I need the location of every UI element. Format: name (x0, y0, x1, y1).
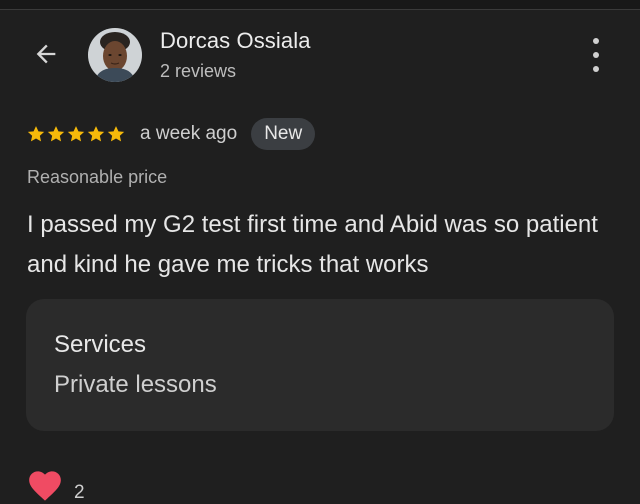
services-card: Services Private lessons (26, 299, 614, 431)
star-rating (26, 124, 126, 144)
star-icon (67, 126, 85, 142)
avatar-image (88, 28, 142, 82)
status-strip (0, 0, 640, 10)
reaction-count: 2 (74, 482, 85, 503)
services-label: Services (54, 331, 147, 358)
more-options-button[interactable] (584, 38, 608, 72)
star-icon (87, 126, 105, 142)
more-vert-icon (593, 38, 599, 44)
avatar[interactable] (88, 28, 142, 82)
heart-icon (29, 471, 61, 501)
review-meta-row: a week ago New (26, 118, 316, 150)
like-reaction-button[interactable]: 2 (26, 464, 85, 504)
reviewer-name[interactable]: Dorcas Ossiala (160, 28, 311, 54)
star-icon (107, 126, 125, 142)
new-badge: New (251, 118, 316, 150)
star-icon (27, 126, 45, 142)
review-attribute: Reasonable price (27, 167, 168, 187)
back-button[interactable] (28, 36, 64, 72)
reviewer-review-count: 2 reviews (160, 61, 237, 81)
services-value: Private lessons (54, 371, 217, 398)
star-icon (47, 126, 65, 142)
reviewer-header: Dorcas Ossiala 2 reviews (0, 10, 640, 100)
arrow-left-icon (36, 44, 56, 64)
review-text: I passed my G2 test first time and Abid … (27, 211, 598, 278)
review-time: a week ago (140, 123, 238, 144)
